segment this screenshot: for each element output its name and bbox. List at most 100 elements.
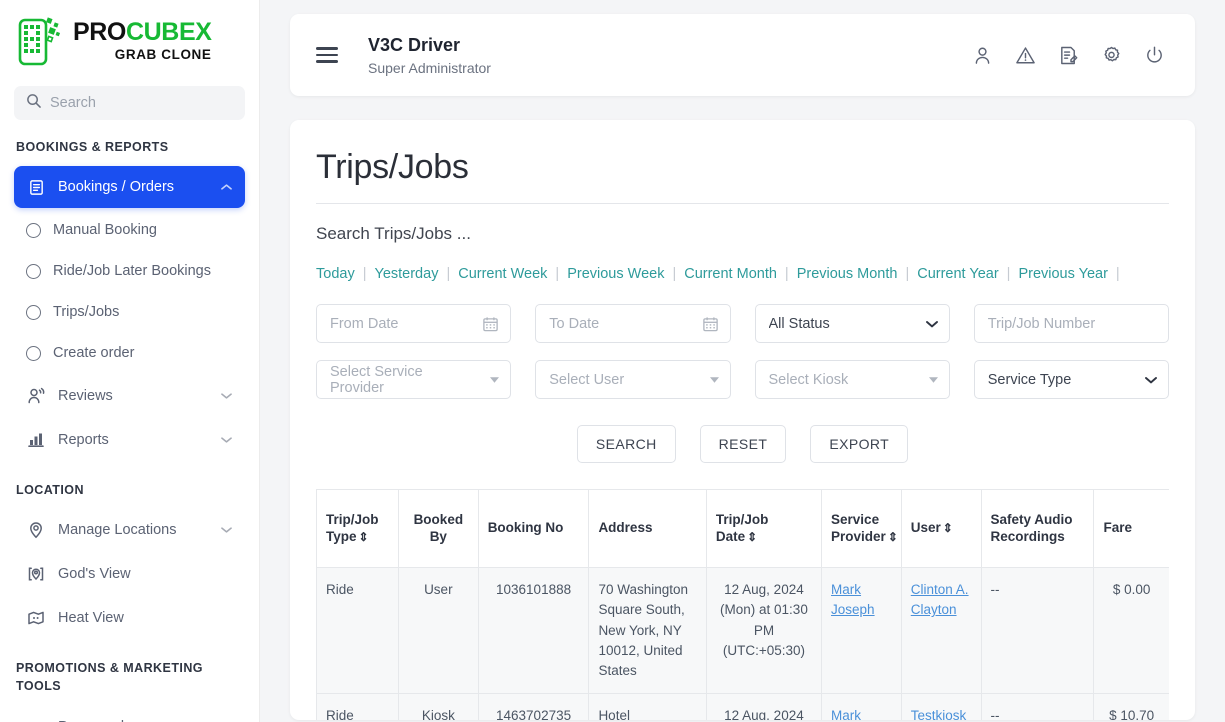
to-date-input[interactable] <box>535 304 731 343</box>
sort-icon: ⇕ <box>942 521 953 536</box>
table-row[interactable]: Ride Kiosk 1463702735 Hotel 12 Aug, 2024… <box>316 693 1169 720</box>
page-title: Trips/Jobs <box>316 148 469 186</box>
column-header-booking-no[interactable]: Booking No <box>477 489 590 568</box>
from-date-input[interactable] <box>316 304 512 343</box>
gear-icon[interactable] <box>1101 45 1122 66</box>
brand-logo[interactable]: PROCUBEX GRAB CLONE <box>0 0 259 76</box>
column-label: Fare <box>1103 520 1132 536</box>
nav-section-location-title: LOCATION <box>16 483 84 498</box>
service-provider-link[interactable]: Mark <box>831 708 861 720</box>
status-select[interactable]: All Status <box>754 304 950 343</box>
sidebar-item-promocode[interactable]: Promocode <box>14 706 245 722</box>
cell-safety-audio: -- <box>980 566 1095 695</box>
sidebar-item-create-order[interactable]: Create order <box>14 333 245 373</box>
sidebar-item-bookings-orders[interactable]: Bookings / Orders <box>14 166 245 209</box>
user-link[interactable]: Clinton A. Clayton <box>911 582 969 617</box>
service-type-select[interactable]: Service Type <box>973 360 1169 399</box>
cell-address: Hotel <box>588 693 707 720</box>
power-icon[interactable] <box>1144 45 1165 66</box>
column-label: Booked By <box>413 511 464 544</box>
sidebar-item-gods-view[interactable]: God's View <box>14 553 245 595</box>
quick-link-current-month[interactable]: Current Month <box>684 266 777 282</box>
reset-button[interactable]: RESET <box>699 425 787 463</box>
column-header-user[interactable]: User ⇕ <box>900 489 982 568</box>
cell-booked-by: User <box>397 566 479 695</box>
column-label: Service Provider <box>831 511 886 544</box>
table-row[interactable]: Ride User 1036101888 70 Washington Squar… <box>316 566 1169 695</box>
quick-link-today[interactable]: Today <box>316 266 355 282</box>
column-label: User <box>910 520 941 536</box>
sidebar-item-reports[interactable]: Reports <box>14 419 245 461</box>
cell-address: 70 Washington Square South, New York, NY… <box>588 566 707 695</box>
sidebar-item-manual-booking[interactable]: Manual Booking <box>14 210 245 250</box>
trips-table-wrapper[interactable]: Trip/Job Type ⇕ Booked By Booking No Addr… <box>316 489 1169 720</box>
topbar-titles: V3C Driver Super Administrator <box>368 35 491 76</box>
sidebar: PROCUBEX GRAB CLONE BOOKINGS & REPORTS <box>0 0 260 722</box>
search-input[interactable] <box>50 95 233 111</box>
search-button[interactable]: SEARCH <box>576 425 676 463</box>
title-divider <box>316 203 1169 204</box>
sidebar-item-trips-jobs[interactable]: Trips/Jobs <box>14 292 245 332</box>
sidebar-item-label: Create order <box>53 345 135 362</box>
sidebar-item-label: Reviews <box>58 388 113 405</box>
sidebar-item-label: Manual Booking <box>53 222 157 239</box>
trip-job-number-input[interactable] <box>973 304 1169 343</box>
quick-link-separator: | <box>555 266 560 282</box>
cell-booking-no: 1036101888 <box>477 566 590 695</box>
user-select[interactable]: Select User <box>535 360 731 399</box>
sidebar-search[interactable] <box>14 86 245 120</box>
quick-link-separator: | <box>446 266 451 282</box>
service-provider-link[interactable]: Mark Joseph <box>831 582 875 617</box>
cell-safety-audio: -- <box>980 693 1095 720</box>
kiosk-cell: Select Kiosk <box>754 360 950 399</box>
user-icon[interactable] <box>972 45 993 66</box>
column-header-booked-by[interactable]: Booked By <box>397 489 479 568</box>
sidebar-item-label: Trips/Jobs <box>53 304 120 321</box>
column-header-trip-type[interactable]: Trip/Job Type ⇕ <box>316 489 399 568</box>
sidebar-item-reviews[interactable]: Reviews <box>14 375 245 417</box>
kiosk-select[interactable]: Select Kiosk <box>754 360 950 399</box>
column-label: Address <box>598 520 653 536</box>
user-link[interactable]: Testkiosk <box>911 708 967 720</box>
radio-icon <box>26 345 41 361</box>
sort-icon: ⇕ <box>358 529 369 544</box>
quick-link-current-week[interactable]: Current Week <box>458 266 547 282</box>
chevron-down-icon <box>221 522 233 538</box>
main-content: V3C Driver Super Administrator Trips/Job… <box>260 0 1225 722</box>
quick-link-previous-year[interactable]: Previous Year <box>1018 266 1107 282</box>
cell-fare: $ 10.70 <box>1093 693 1169 720</box>
column-header-fare[interactable]: Fare <box>1093 489 1169 568</box>
topbar-title: V3C Driver <box>368 34 461 55</box>
cell-trip-date: 12 Aug, 2024 <box>705 693 823 720</box>
nav-section-bookings-title: BOOKINGS & REPORTS <box>16 140 169 154</box>
document-edit-icon[interactable] <box>1058 45 1079 66</box>
user-value: Select User <box>549 371 625 388</box>
service-provider-select[interactable]: Select Service Provider <box>316 360 512 399</box>
alert-triangle-icon[interactable] <box>1015 45 1036 66</box>
radio-icon <box>26 263 41 279</box>
topbar-subtitle: Super Administrator <box>368 59 491 76</box>
quick-link-previous-week[interactable]: Previous Week <box>567 266 664 282</box>
hamburger-icon[interactable] <box>316 47 338 63</box>
column-header-address[interactable]: Address <box>588 489 707 568</box>
search-icon <box>26 93 41 113</box>
sidebar-item-manage-locations[interactable]: Manage Locations <box>14 509 245 551</box>
column-header-service-provider[interactable]: Service Provider ⇕ <box>821 489 902 568</box>
quick-link-current-year[interactable]: Current Year <box>917 266 998 282</box>
sidebar-item-heat-view[interactable]: Heat View <box>14 597 245 639</box>
filter-row-1: All Status <box>316 304 1169 343</box>
quick-link-previous-month[interactable]: Previous Month <box>797 266 898 282</box>
quick-link-yesterday[interactable]: Yesterday <box>374 266 438 282</box>
trip-number-cell <box>973 304 1169 343</box>
cell-trip-type: Ride <box>316 566 399 695</box>
sidebar-item-ride-job-later-bookings[interactable]: Ride/Job Later Bookings <box>14 251 245 291</box>
export-button[interactable]: EXPORT <box>810 425 909 463</box>
cell-trip-type: Ride <box>316 693 399 720</box>
column-header-trip-date[interactable]: Trip/Job Date ⇕ <box>705 489 823 568</box>
column-header-safety-audio[interactable]: Safety Audio Recordings <box>980 489 1095 568</box>
cell-fare: $ 0.00 <box>1093 566 1169 695</box>
ticket-icon <box>26 718 46 722</box>
sort-icon: ⇕ <box>747 529 758 544</box>
sidebar-item-label: Promocode <box>58 719 233 722</box>
trips-jobs-card: Trips/Jobs Search Trips/Jobs ... Today | Y… <box>290 120 1195 720</box>
